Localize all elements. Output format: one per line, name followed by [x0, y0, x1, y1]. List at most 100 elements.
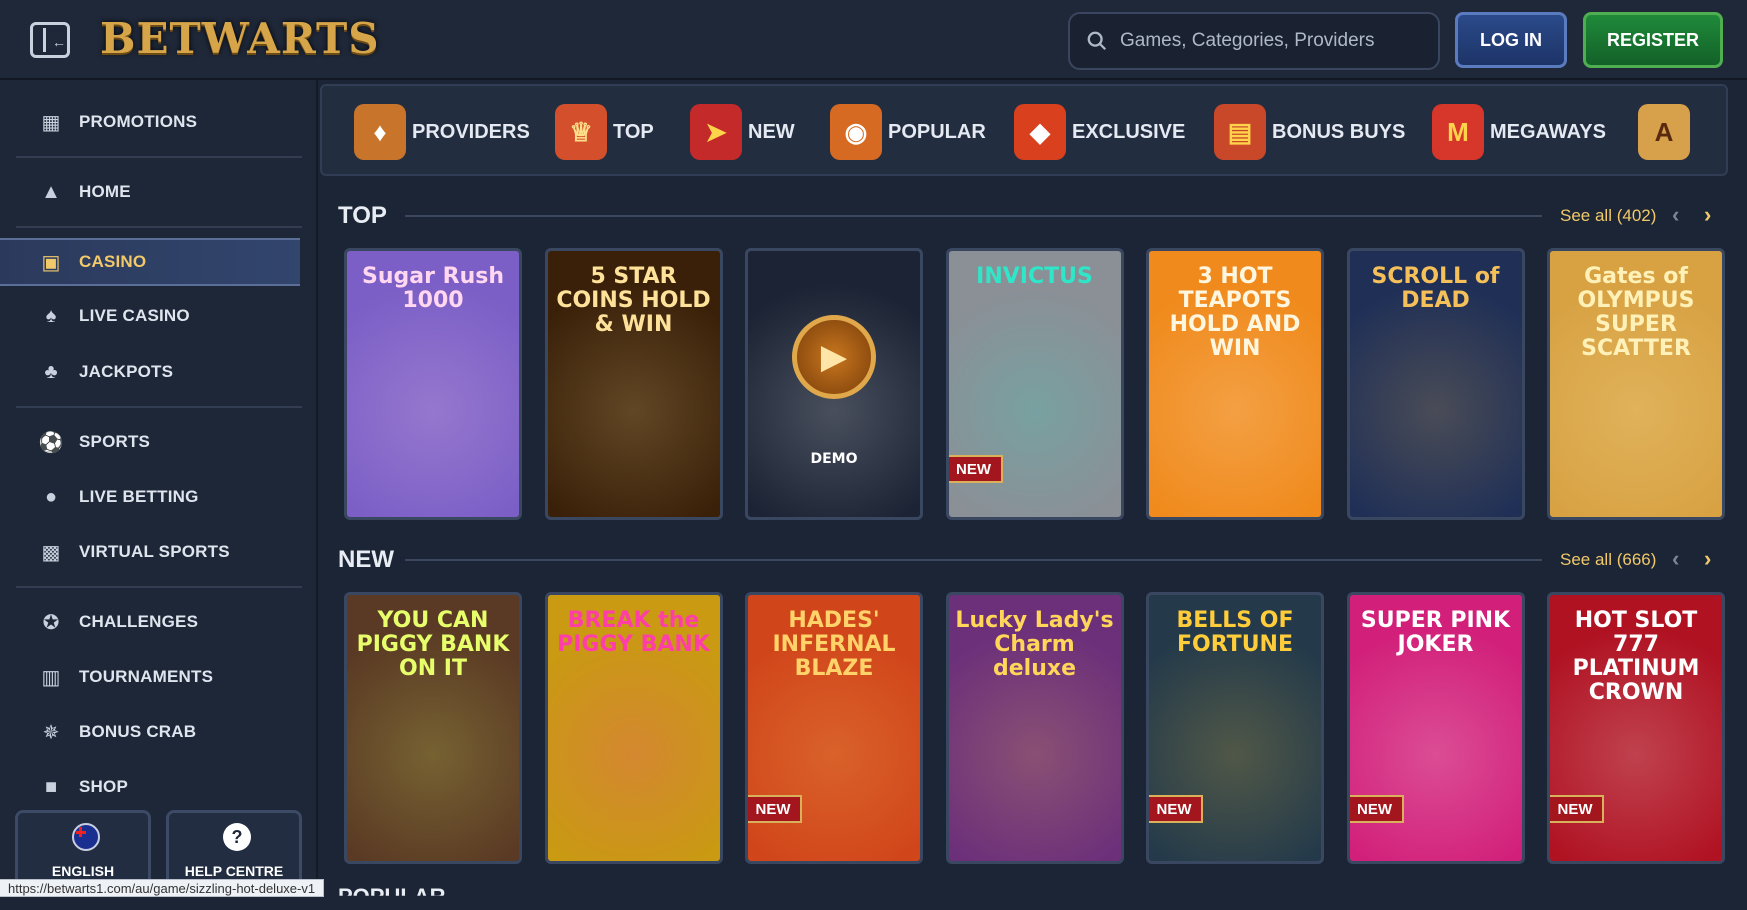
sidebar-item-shop[interactable]: ■ SHOP [0, 765, 300, 809]
section-divider [405, 559, 1542, 561]
sidebar-item-live-casino[interactable]: ♠ LIVE CASINO [0, 294, 300, 338]
category-label: EXCLUSIVE [1072, 120, 1186, 143]
sidebar-item-challenges[interactable]: ✪ CHALLENGES [0, 600, 300, 644]
game-card[interactable]: Sugar Rush 1000 [344, 248, 522, 520]
game-card[interactable]: Gates of OLYMPUS SUPER SCATTER [1547, 248, 1725, 520]
section-title-new: NEW [338, 546, 394, 573]
slot-machine-icon: ▣ [41, 251, 61, 274]
game-card[interactable]: HOT SLOT 777 PLATINUM CROWN NEW [1547, 592, 1725, 864]
category-exclusive[interactable]: ◆ EXCLUSIVE [1014, 104, 1185, 160]
section-divider [405, 215, 1542, 217]
next-arrow-icon[interactable]: › [1704, 546, 1711, 572]
sidebar-item-label: JACKPOTS [79, 362, 174, 381]
help-question-icon: ? [223, 823, 251, 851]
sidebar-item-label: BONUS CRAB [79, 722, 197, 741]
game-title: BREAK the PIGGY BANK [557, 608, 710, 657]
gift-box-icon: ▦ [41, 111, 61, 134]
category-popular[interactable]: ◉ POPULAR [830, 104, 986, 160]
game-title: HADES' INFERNAL BLAZE [772, 608, 896, 681]
game-card[interactable]: Lucky Lady's Charm deluxe [945, 592, 1124, 864]
sidebar-item-label: CHALLENGES [79, 612, 199, 631]
live-cards-icon: ♠ [45, 304, 57, 327]
providers-book-icon: ♦ [354, 104, 406, 160]
sidebar-item-tournaments[interactable]: ▥ TOURNAMENTS [0, 655, 300, 699]
game-card[interactable]: BREAK the PIGGY BANK [544, 592, 723, 864]
game-card[interactable]: BELLS OF FORTUNE NEW [1146, 592, 1324, 864]
category-label: TOP [613, 120, 654, 143]
new-badge: NEW [1149, 795, 1203, 823]
sidebar-item-home[interactable]: ▲ HOME [0, 170, 300, 214]
card-ace-icon: A [1638, 104, 1690, 160]
sidebar-item-label: LIVE BETTING [79, 487, 199, 506]
category-bar: ♦ PROVIDERS ♕ TOP ➤ NEW ◉ POPULAR ◆ EXCLUSIVE… [320, 84, 1728, 176]
sidebar-item-sports[interactable]: ⚽ SPORTS [0, 420, 300, 464]
game-title: INVICTUS [976, 264, 1093, 289]
new-badge: NEW [948, 455, 1003, 483]
soccer-ball-icon: ⚽ [38, 431, 64, 454]
sidebar-item-label: VIRTUAL SPORTS [79, 542, 230, 561]
gamepad-icon: ▩ [41, 541, 61, 564]
category-label: BONUS BUYS [1272, 120, 1406, 143]
ruby-icon: ◆ [1014, 104, 1066, 160]
sidebar-item-label: TOURNAMENTS [79, 667, 214, 686]
register-button[interactable]: REGISTER [1583, 12, 1723, 68]
game-title: Lucky Lady's Charm deluxe [955, 608, 1114, 681]
category-top[interactable]: ♕ TOP [555, 104, 654, 160]
sidebar-item-jackpots[interactable]: ♣ JACKPOTS [0, 350, 300, 394]
shopping-bag-icon: ■ [44, 775, 58, 798]
australia-flag-icon [72, 823, 100, 851]
sidebar-item-label: HOME [79, 182, 131, 201]
game-card[interactable]: HADES' INFERNAL BLAZE NEW [745, 592, 923, 864]
divider [16, 586, 302, 588]
category-label: POPULAR [888, 120, 986, 143]
category-new[interactable]: ➤ NEW [690, 104, 795, 160]
status-bar-url: https://betwarts1.com/au/game/sizzling-h… [0, 879, 325, 897]
game-card[interactable]: YOU CAN PIGGY BANK ON IT [344, 592, 522, 864]
section-title-top: TOP [338, 202, 387, 229]
crab-claw-icon: ✵ [42, 721, 60, 744]
sidebar-item-live-betting[interactable]: ● LIVE BETTING [0, 475, 300, 519]
game-title: Gates of OLYMPUS SUPER SCATTER [1577, 264, 1695, 361]
podium-icon: ▥ [41, 666, 61, 689]
game-card[interactable]: ▶ DEMO [745, 248, 923, 520]
play-demo-icon[interactable]: ▶ [792, 315, 876, 399]
next-arrow-icon[interactable]: › [1704, 202, 1711, 228]
sidebar-toggle-button[interactable]: ← [30, 22, 70, 58]
game-title: 3 HOT TEAPOTS HOLD AND WIN [1169, 264, 1301, 361]
category-card-games[interactable]: A [1638, 104, 1690, 160]
game-title: 5 STAR COINS HOLD & WIN [556, 264, 711, 337]
category-label: NEW [748, 120, 795, 143]
game-card[interactable]: 5 STAR COINS HOLD & WIN [544, 248, 723, 520]
game-title: DEMO [810, 451, 858, 467]
lightning-icon: ➤ [690, 104, 742, 160]
see-all-top-link[interactable]: See all (402) [1560, 206, 1656, 226]
betwarts-logo[interactable]: BETWARTS [100, 14, 380, 63]
sidebar-item-casino[interactable]: ▣ CASINO [0, 238, 300, 286]
game-card[interactable]: 3 HOT TEAPOTS HOLD AND WIN [1146, 248, 1324, 520]
new-badge: NEW [748, 795, 802, 823]
login-button[interactable]: LOG IN [1455, 12, 1567, 68]
game-card[interactable]: INVICTUS NEW [945, 248, 1124, 520]
prev-arrow-icon[interactable]: ‹ [1672, 202, 1679, 228]
sidebar-item-label: PROMOTIONS [79, 112, 198, 131]
divider [16, 406, 302, 408]
see-all-new-link[interactable]: See all (666) [1560, 550, 1656, 570]
game-card[interactable]: SCROLL of DEAD [1346, 248, 1525, 520]
search-box[interactable] [1068, 12, 1440, 70]
game-title: YOU CAN PIGGY BANK ON IT [356, 608, 510, 681]
category-bonus-buys[interactable]: ▤ BONUS BUYS [1214, 104, 1405, 160]
search-icon [1087, 31, 1107, 51]
category-label: PROVIDERS [412, 120, 530, 143]
sidebar-item-promotions[interactable]: ▦ PROMOTIONS [0, 100, 300, 144]
sidebar-item-virtual-sports[interactable]: ▩ VIRTUAL SPORTS [0, 530, 300, 574]
search-input[interactable] [1118, 26, 1418, 56]
category-megaways[interactable]: M MEGAWAYS [1432, 104, 1606, 160]
sidebar-item-bonus-crab[interactable]: ✵ BONUS CRAB [0, 710, 300, 754]
medal-icon: ✪ [42, 611, 60, 634]
divider [16, 226, 302, 228]
sidebar-item-label: SPORTS [79, 432, 151, 451]
category-label: MEGAWAYS [1490, 120, 1606, 143]
game-card[interactable]: SUPER PINK JOKER NEW [1346, 592, 1525, 864]
category-providers[interactable]: ♦ PROVIDERS [354, 104, 530, 160]
prev-arrow-icon[interactable]: ‹ [1672, 546, 1679, 572]
